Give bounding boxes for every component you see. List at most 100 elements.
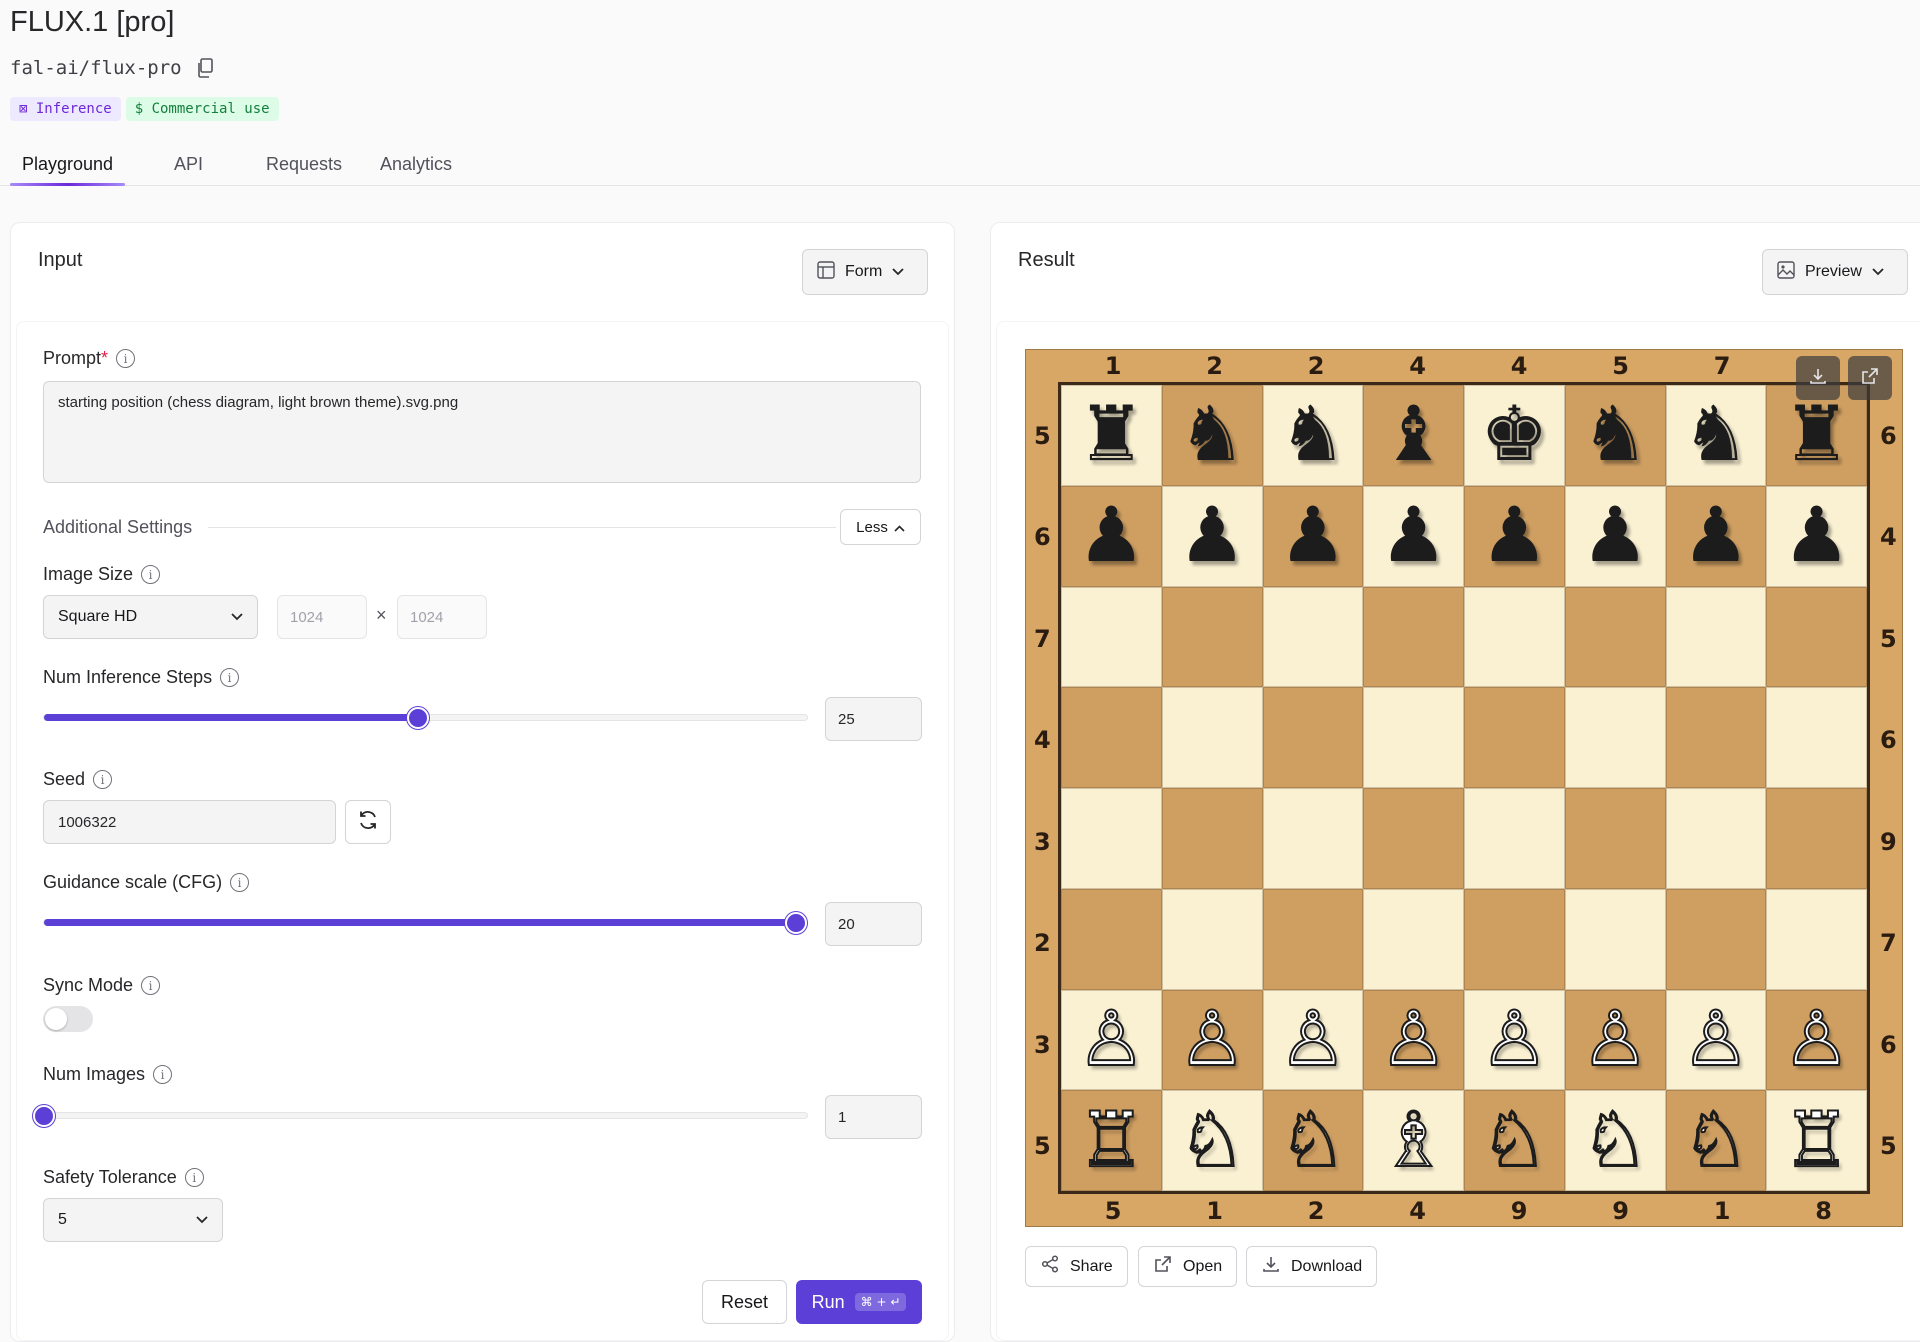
- bottom-coordinate-label: 9: [1510, 1197, 1528, 1225]
- board-square: [1161, 888, 1263, 990]
- info-icon[interactable]: i: [220, 668, 240, 687]
- right-coordinate-label: 6: [1880, 726, 1897, 755]
- info-icon[interactable]: i: [230, 873, 250, 892]
- board-square: [1363, 888, 1464, 990]
- info-icon[interactable]: i: [141, 976, 161, 995]
- info-icon[interactable]: i: [184, 1168, 204, 1187]
- board-square: ♟: [1061, 485, 1162, 587]
- left-coordinate-label: 6: [1034, 523, 1051, 552]
- top-coordinate-label: 1: [1104, 352, 1122, 380]
- randomize-seed-button[interactable]: [345, 800, 391, 844]
- additional-settings-label: Additional Settings: [43, 517, 193, 537]
- chess-piece: ♞: [1278, 392, 1347, 478]
- result-panel-title: Result: [1018, 249, 1075, 271]
- preview-mode-button[interactable]: Preview: [1762, 249, 1908, 295]
- board-square: ♘: [1665, 1090, 1767, 1191]
- chess-piece: ♟: [1681, 493, 1750, 579]
- guidance-scale-label: Guidance scale (CFG) i: [43, 872, 250, 893]
- share-icon: [1040, 1254, 1060, 1279]
- image-open-button[interactable]: [1848, 356, 1892, 400]
- tab-api[interactable]: API: [174, 154, 203, 175]
- chess-piece: ♙: [1580, 996, 1650, 1082]
- chess-board: ♜ ♞ ♞ ♝ ♚ ♞ ♞ ♜ ♟ ♟ ♟ ♟ ♟ ♟ ♟ ♟ ♙ ♙ ♙ ♙ ♙ ♙ ♙ ♙ ♖ ♘ ♘ ♗ ♘ ♘ ♘ ♖: [1058, 382, 1870, 1194]
- share-button[interactable]: Share: [1025, 1246, 1128, 1287]
- board-square: [1766, 687, 1867, 788]
- download-button[interactable]: Download: [1246, 1246, 1378, 1287]
- board-square: ♘: [1262, 1090, 1364, 1191]
- chess-piece: ♖: [1076, 1097, 1146, 1183]
- right-coordinate-label: 4: [1880, 523, 1897, 552]
- chess-piece: ♖: [1782, 1097, 1852, 1183]
- num-inference-steps-input[interactable]: 25: [825, 697, 922, 741]
- board-square: ♙: [1464, 989, 1565, 1091]
- board-square: [1665, 687, 1767, 788]
- width-input[interactable]: 1024: [277, 595, 367, 639]
- image-size-label: Image Size i: [43, 564, 161, 585]
- info-icon[interactable]: i: [153, 1065, 173, 1084]
- num-images-slider[interactable]: [33, 1105, 808, 1127]
- board-square: ♘: [1161, 1090, 1263, 1191]
- reset-button[interactable]: Reset: [702, 1280, 787, 1324]
- chess-piece: ♞: [1581, 392, 1650, 478]
- input-panel: Input Form Prompt * i starting position (…: [10, 222, 955, 1342]
- right-coordinate-label: 5: [1880, 1132, 1897, 1161]
- info-icon[interactable]: i: [116, 349, 136, 368]
- seed-input[interactable]: 1006322: [43, 800, 336, 844]
- chess-piece: ♟: [1379, 493, 1448, 579]
- layout-icon: [817, 260, 835, 284]
- info-icon[interactable]: i: [93, 770, 113, 789]
- guidance-scale-input[interactable]: 20: [825, 902, 922, 946]
- board-square: ♙: [1766, 989, 1867, 1091]
- tab-requests[interactable]: Requests: [266, 154, 342, 175]
- board-square: ♟: [1262, 485, 1364, 587]
- inference-badge: ⊠ Inference: [10, 97, 121, 121]
- chess-piece: ♟: [1782, 493, 1851, 579]
- tab-playground[interactable]: Playground: [22, 154, 113, 175]
- slider-thumb[interactable]: [784, 912, 807, 934]
- open-button[interactable]: Open: [1138, 1246, 1238, 1287]
- board-square: [1161, 586, 1263, 688]
- prompt-input[interactable]: starting position (chess diagram, light …: [43, 381, 921, 483]
- board-square: ♗: [1363, 1090, 1464, 1191]
- chess-piece: ♘: [1177, 1097, 1247, 1183]
- top-coordinate-label: 5: [1612, 352, 1629, 380]
- chess-piece: ♗: [1379, 1097, 1449, 1183]
- board-square: ♝: [1363, 385, 1464, 486]
- chess-piece: ♙: [1278, 996, 1348, 1082]
- chess-piece: ♙: [1782, 996, 1852, 1082]
- download-icon: [1808, 366, 1828, 391]
- form-mode-button[interactable]: Form: [802, 249, 928, 295]
- sync-mode-toggle[interactable]: [43, 1006, 93, 1032]
- divider: [208, 527, 836, 528]
- slider-fill: [44, 919, 796, 926]
- board-square: [1061, 586, 1162, 688]
- less-button[interactable]: Less: [840, 509, 921, 545]
- guidance-scale-slider[interactable]: [43, 912, 808, 934]
- height-input[interactable]: 1024: [397, 595, 487, 639]
- chevron-up-icon: [894, 519, 905, 536]
- copy-icon[interactable]: [196, 58, 214, 78]
- chess-piece: ♙: [1177, 996, 1247, 1082]
- num-images-input[interactable]: 1: [825, 1095, 922, 1139]
- chess-piece: ♝: [1379, 392, 1448, 478]
- board-square: [1564, 687, 1666, 788]
- board-square: [1665, 888, 1767, 990]
- form-mode-label: Form: [845, 263, 883, 280]
- info-icon[interactable]: i: [141, 565, 161, 584]
- safety-tolerance-select[interactable]: 5: [43, 1198, 223, 1242]
- run-button[interactable]: Run ⌘ + ↵: [796, 1280, 922, 1324]
- board-square: [1464, 788, 1565, 889]
- board-square: [1464, 888, 1565, 990]
- board-square: ♜: [1061, 385, 1162, 486]
- board-square: ♙: [1665, 989, 1767, 1091]
- image-download-button[interactable]: [1796, 356, 1840, 400]
- left-coordinate-label: 5: [1034, 1132, 1051, 1161]
- tab-analytics[interactable]: Analytics: [380, 154, 452, 175]
- slider-thumb[interactable]: [33, 1105, 55, 1127]
- image-size-select[interactable]: Square HD: [43, 595, 258, 639]
- left-coordinate-label: 4: [1034, 726, 1051, 755]
- board-square: [1061, 888, 1162, 990]
- chevron-down-icon: [231, 608, 243, 626]
- slider-thumb[interactable]: [406, 707, 429, 729]
- num-inference-steps-slider[interactable]: [43, 707, 808, 729]
